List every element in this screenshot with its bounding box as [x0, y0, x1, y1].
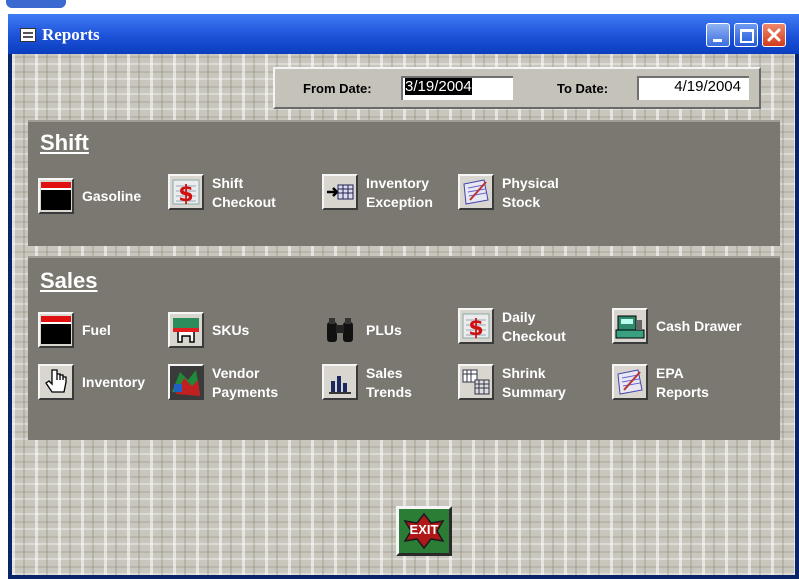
inventory-exception-label: Inventory Exception [366, 175, 433, 210]
reports-window: Reports From Date: 3/19/2004 To Date: 4/… [8, 14, 799, 579]
exit-button[interactable]: EXIT [396, 506, 452, 556]
close-icon [767, 28, 781, 42]
vendor-payments-icon [168, 364, 204, 400]
physical-stock-icon [458, 174, 494, 210]
svg-text:$: $ [178, 182, 193, 207]
daily-checkout-dollar-icon: $ [458, 308, 494, 344]
shift-checkout-label: Shift Checkout [212, 175, 276, 210]
from-date-label: From Date: [303, 81, 372, 96]
plus-label: PLUs [366, 322, 402, 338]
form-icon [20, 28, 36, 42]
skus-icon [168, 312, 204, 348]
daily-checkout-label: Daily Checkout [502, 309, 566, 344]
svg-text:$: $ [468, 316, 483, 341]
physical-stock-label: Physical Stock [502, 175, 559, 210]
maximize-button[interactable] [734, 23, 758, 47]
vendor-payments-label: Vendor Payments [212, 365, 279, 400]
gasoline-icon [38, 178, 74, 214]
minimize-button[interactable] [706, 23, 730, 47]
fuel-label: Fuel [82, 322, 111, 338]
exit-label: EXIT [409, 522, 439, 537]
inventory-label: Inventory [82, 374, 146, 390]
sales-panel: Sales Fuel SKUs PLUs $ Daily Checkout Ca… [28, 256, 780, 440]
bar-chart-icon [322, 364, 358, 400]
close-button[interactable] [762, 23, 786, 47]
shift-title: Shift [40, 130, 89, 155]
date-range-box: From Date: 3/19/2004 To Date: 4/19/2004 [273, 67, 761, 109]
window-title: Reports [42, 25, 100, 44]
from-date-field[interactable]: 3/19/2004 [401, 76, 513, 100]
skus-label: SKUs [212, 322, 250, 338]
gasoline-label: Gasoline [82, 188, 142, 204]
from-date-value: 3/19/2004 [405, 78, 472, 95]
sales-title: Sales [40, 268, 98, 293]
epa-reports-icon [612, 364, 648, 400]
inventory-exception-icon [322, 174, 358, 210]
cash-drawer-label: Cash Drawer [656, 318, 742, 334]
binoculars-icon [322, 312, 358, 348]
top-strip [0, 0, 799, 14]
fuel-icon [38, 312, 74, 348]
cash-drawer-icon [612, 308, 648, 344]
hand-pointer-icon [38, 364, 74, 400]
to-date-label: To Date: [557, 81, 609, 96]
background-blot [6, 0, 66, 8]
to-date-field[interactable]: 4/19/2004 [637, 76, 749, 100]
shrink-summary-label: Shrink Summary [502, 365, 566, 400]
reports-form: From Date: 3/19/2004 To Date: 4/19/2004 … [12, 54, 795, 575]
epa-reports-label: EPA Reports [656, 365, 709, 400]
checkout-dollar-icon: $ [168, 174, 204, 210]
sales-trends-label: Sales Trends [366, 365, 412, 400]
shrink-summary-icon [458, 364, 494, 400]
title-bar[interactable]: Reports [8, 14, 799, 54]
shift-panel: Shift Gasoline $ Shift Checkout Inventory… [28, 120, 780, 246]
